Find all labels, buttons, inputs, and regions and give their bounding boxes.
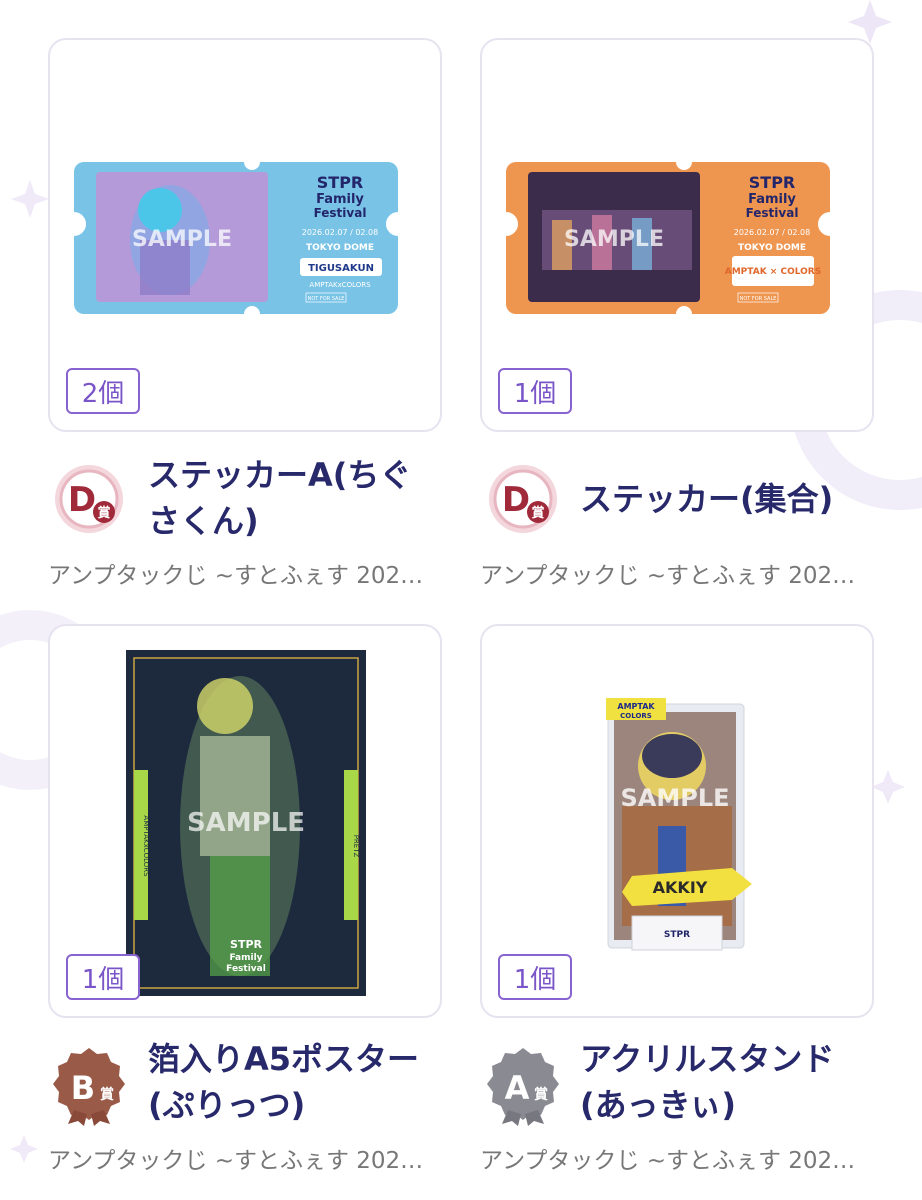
svg-text:賞: 賞 [531,505,544,521]
grade-badge-a: A 賞 [486,1046,560,1126]
svg-text:TIGUSAKUN: TIGUSAKUN [308,263,374,274]
svg-text:Family: Family [316,192,364,207]
prize-card[interactable]: SAMPLE AMPTAKxCOLORS PRETZ STPR Family F… [48,624,442,1018]
svg-text:D: D [68,480,96,520]
svg-text:AKKIY: AKKIY [653,878,708,897]
svg-text:A: A [505,1069,530,1107]
svg-text:SAMPLE: SAMPLE [620,784,729,812]
sample-watermark: SAMPLE [132,227,232,252]
item-title[interactable]: ステッカー(集合) [580,476,880,522]
svg-text:STPR: STPR [230,938,262,951]
svg-text:Family: Family [748,192,796,207]
prize-card[interactable]: SAMPLE STPR Family Festival 2026.02.07 /… [48,38,442,432]
quantity-badge: 2個 [66,368,140,414]
svg-text:2026.02.07 / 02.08: 2026.02.07 / 02.08 [302,228,379,237]
svg-text:賞: 賞 [100,1086,114,1103]
prize-card[interactable]: SAMPLE STPR Family Festival 2026.02.07 /… [480,38,874,432]
svg-text:SAMPLE: SAMPLE [564,227,664,252]
svg-text:TOKYO DOME: TOKYO DOME [306,243,374,253]
item-subtitle: アンプタックじ ~すとふぇす 202… [480,563,856,589]
svg-text:2026.02.07 / 02.08: 2026.02.07 / 02.08 [734,228,811,237]
item-title[interactable]: アクリルスタンド(あっきぃ) [580,1036,880,1128]
svg-text:賞: 賞 [534,1086,548,1103]
svg-text:Festival: Festival [314,206,367,220]
quantity-badge: 1個 [66,954,140,1000]
quantity-badge: 1個 [498,368,572,414]
svg-text:Festival: Festival [226,964,266,974]
svg-text:NOT FOR SALE: NOT FOR SALE [308,296,345,302]
svg-text:賞: 賞 [97,505,110,521]
svg-text:STPR: STPR [317,173,363,192]
svg-text:PRETZ: PRETZ [352,835,360,858]
svg-text:STPR: STPR [664,930,690,940]
svg-text:AMPTAK: AMPTAK [617,702,655,711]
grade-badge-d: D 賞 [486,462,560,536]
svg-text:B: B [71,1069,95,1107]
svg-text:D: D [502,480,530,520]
svg-text:Festival: Festival [746,206,799,220]
grade-badge-d: D 賞 [52,462,126,536]
svg-text:TOKYO DOME: TOKYO DOME [738,243,806,253]
svg-text:AMPTAK × COLORS: AMPTAK × COLORS [725,267,821,277]
svg-text:STPR: STPR [749,173,795,192]
svg-text:NOT FOR SALE: NOT FOR SALE [740,296,777,302]
svg-text:SAMPLE: SAMPLE [187,808,305,838]
svg-text:Family: Family [229,953,262,963]
item-subtitle: アンプタックじ ~すとふぇす 202… [48,563,424,589]
prize-card[interactable]: SAMPLE AMPTAK COLORS AKKIY STPR 1個 [480,624,874,1018]
quantity-badge: 1個 [498,954,572,1000]
grade-badge-b: B 賞 [52,1046,126,1126]
svg-text:AMPTAKxCOLORS: AMPTAKxCOLORS [309,281,371,289]
prize-grid: SAMPLE STPR Family Festival 2026.02.07 /… [0,0,922,1200]
item-title[interactable]: ステッカーA(ちぐさくん) [148,452,438,544]
item-subtitle: アンプタックじ ~すとふぇす 202… [48,1148,424,1174]
svg-text:AMPTAKxCOLORS: AMPTAKxCOLORS [142,815,150,877]
svg-text:COLORS: COLORS [620,712,652,720]
item-title[interactable]: 箔入りA5ポスター(ぷりっつ) [148,1036,448,1128]
item-subtitle: アンプタックじ ~すとふぇす 202… [480,1148,856,1174]
